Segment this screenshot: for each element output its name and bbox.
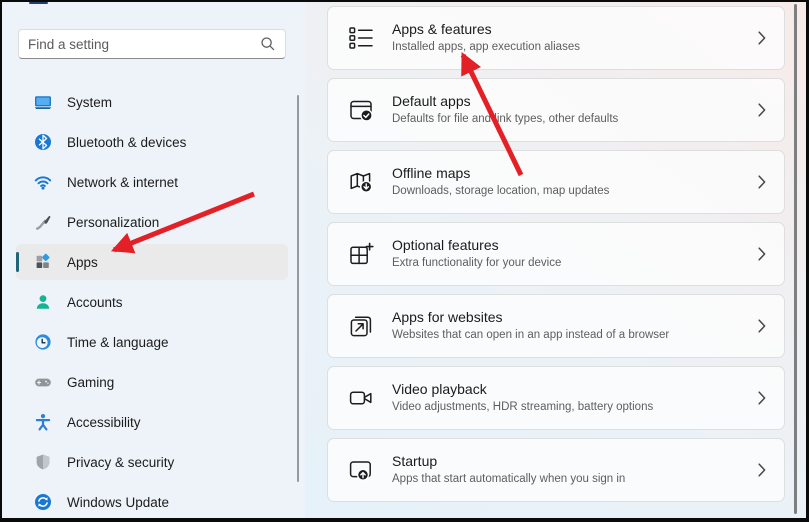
windows-update-icon (34, 493, 52, 511)
settings-row-offline-maps[interactable]: Offline maps Downloads, storage location,… (327, 150, 785, 214)
row-title: Video playback (392, 381, 758, 399)
bluetooth-icon (34, 133, 52, 151)
sidebar-item-windows-update[interactable]: Windows Update (16, 484, 288, 518)
accessibility-icon (34, 413, 52, 431)
accounts-icon (34, 293, 52, 311)
chevron-right-icon (758, 319, 766, 333)
sidebar-item-personalization[interactable]: Personalization (16, 204, 288, 240)
privacy-security-icon (34, 453, 52, 471)
sidebar-item-apps[interactable]: Apps (16, 244, 288, 280)
search-icon[interactable] (260, 36, 276, 52)
sidebar-item-accounts[interactable]: Accounts (16, 284, 288, 320)
row-title: Apps & features (392, 21, 758, 39)
hamburger-menu-icon[interactable] (29, 2, 48, 4)
gaming-icon (34, 373, 52, 391)
sidebar-item-label: Network & internet (67, 175, 178, 190)
chevron-right-icon (758, 103, 766, 117)
settings-window: System Bluetooth & devices Network & inter… (0, 0, 809, 522)
sidebar-item-time-language[interactable]: Time & language (16, 324, 288, 360)
sidebar-item-label: Bluetooth & devices (67, 135, 186, 150)
row-subtitle: Defaults for file and link types, other … (392, 113, 758, 127)
search-input[interactable] (28, 37, 260, 52)
settings-rows: Apps & features Installed apps, app execu… (327, 6, 785, 510)
sidebar-item-label: Personalization (67, 215, 159, 230)
system-icon (34, 93, 52, 111)
network-icon (34, 173, 52, 191)
sidebar-item-network-internet[interactable]: Network & internet (16, 164, 288, 200)
row-text: Startup Apps that start automatically whe… (392, 453, 758, 486)
row-title: Startup (392, 453, 758, 471)
optional-features-icon (348, 241, 374, 267)
sidebar-item-privacy-security[interactable]: Privacy & security (16, 444, 288, 480)
apps-icon (34, 253, 52, 271)
row-subtitle: Extra functionality for your device (392, 257, 758, 271)
settings-list-panel: Apps & features Installed apps, app execu… (305, 2, 806, 518)
chevron-right-icon (758, 31, 766, 45)
startup-icon (348, 457, 374, 483)
settings-row-video-playback[interactable]: Video playback Video adjustments, HDR str… (327, 366, 785, 430)
row-subtitle: Video adjustments, HDR streaming, batter… (392, 401, 758, 415)
chevron-right-icon (758, 175, 766, 189)
settings-row-optional-features[interactable]: Optional features Extra functionality for… (327, 222, 785, 286)
sidebar-item-label: Accounts (67, 295, 123, 310)
main-scrollbar[interactable] (794, 4, 797, 514)
row-text: Apps for websites Websites that can open … (392, 309, 758, 342)
apps-for-websites-icon (348, 313, 374, 339)
sidebar-item-accessibility[interactable]: Accessibility (16, 404, 288, 440)
row-subtitle: Websites that can open in an app instead… (392, 329, 758, 343)
sidebar-item-label: Windows Update (67, 495, 169, 510)
apps-features-icon (348, 25, 374, 51)
row-subtitle: Downloads, storage location, map updates (392, 185, 758, 199)
settings-row-startup[interactable]: Startup Apps that start automatically whe… (327, 438, 785, 502)
sidebar-item-bluetooth-devices[interactable]: Bluetooth & devices (16, 124, 288, 160)
row-subtitle: Installed apps, app execution aliases (392, 41, 758, 55)
chevron-right-icon (758, 463, 766, 477)
sidebar-item-label: Time & language (67, 335, 169, 350)
sidebar-item-label: Privacy & security (67, 455, 174, 470)
settings-row-apps-for-websites[interactable]: Apps for websites Websites that can open … (327, 294, 785, 358)
selected-accent-pill (16, 252, 19, 272)
row-text: Offline maps Downloads, storage location,… (392, 165, 758, 198)
sidebar-item-label: Apps (67, 255, 98, 270)
sidebar-item-gaming[interactable]: Gaming (16, 364, 288, 400)
chevron-right-icon (758, 391, 766, 405)
row-text: Apps & features Installed apps, app execu… (392, 21, 758, 54)
row-title: Offline maps (392, 165, 758, 183)
row-text: Video playback Video adjustments, HDR str… (392, 381, 758, 414)
row-subtitle: Apps that start automatically when you s… (392, 473, 758, 487)
settings-row-apps-features[interactable]: Apps & features Installed apps, app execu… (327, 6, 785, 70)
row-text: Optional features Extra functionality for… (392, 237, 758, 270)
sidebar-nav: System Bluetooth & devices Network & inter… (16, 84, 288, 518)
window-frame: System Bluetooth & devices Network & inter… (2, 2, 806, 518)
sidebar-item-system[interactable]: System (16, 84, 288, 120)
row-title: Apps for websites (392, 309, 758, 327)
row-title: Optional features (392, 237, 758, 255)
settings-row-default-apps[interactable]: Default apps Defaults for file and link t… (327, 78, 785, 142)
row-title: Default apps (392, 93, 758, 111)
time-language-icon (34, 333, 52, 351)
search-box[interactable] (18, 29, 286, 59)
personalization-icon (34, 213, 52, 231)
sidebar-scrollbar[interactable] (297, 95, 299, 482)
offline-maps-icon (348, 169, 374, 195)
chevron-right-icon (758, 247, 766, 261)
row-text: Default apps Defaults for file and link t… (392, 93, 758, 126)
sidebar: System Bluetooth & devices Network & inter… (2, 2, 305, 518)
video-playback-icon (348, 385, 374, 411)
sidebar-item-label: Gaming (67, 375, 114, 390)
sidebar-item-label: System (67, 95, 112, 110)
sidebar-item-label: Accessibility (67, 415, 141, 430)
default-apps-icon (348, 97, 374, 123)
